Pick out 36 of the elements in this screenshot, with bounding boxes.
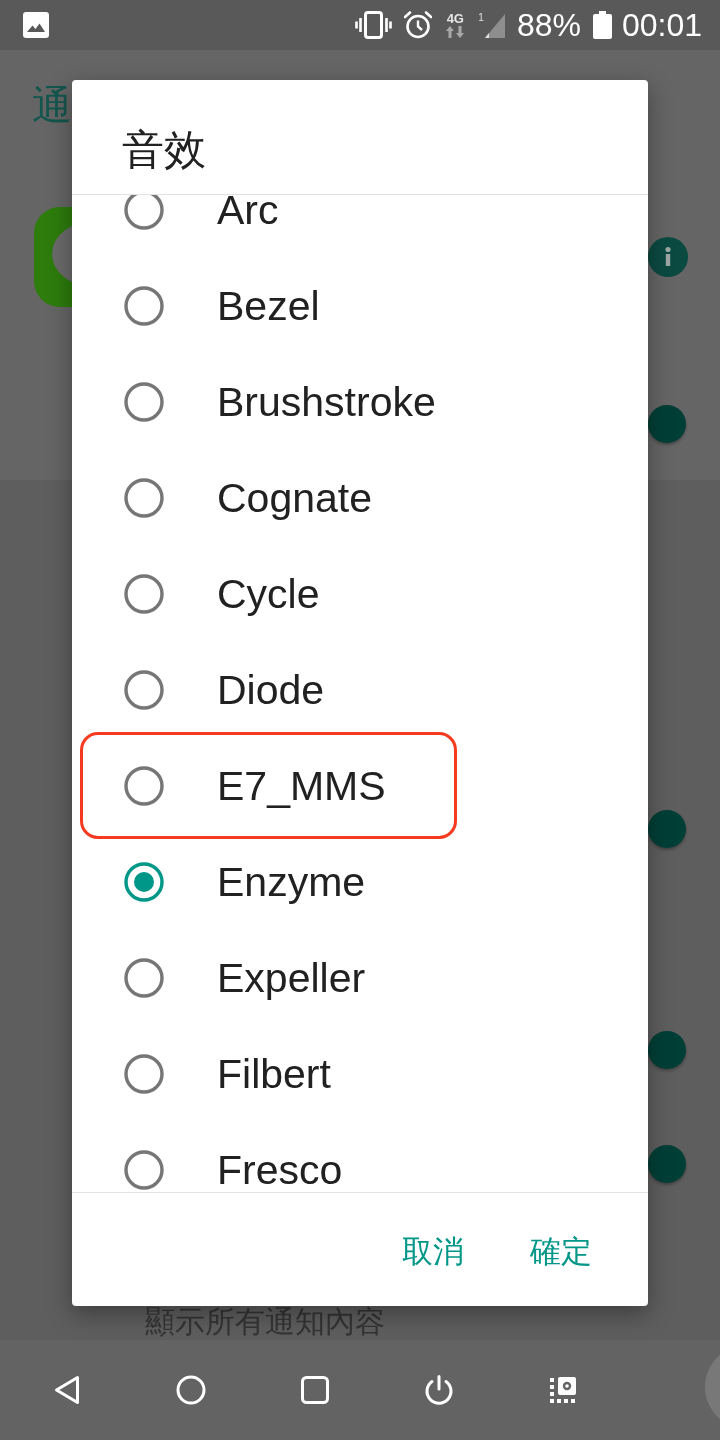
sim-slot-label: 1	[478, 12, 484, 23]
switch-thumb[interactable]	[648, 810, 686, 848]
sound-option[interactable]: Expeller	[72, 930, 648, 1026]
sound-option[interactable]: Cycle	[72, 546, 648, 642]
sound-option[interactable]: Filbert	[72, 1026, 648, 1122]
sound-option[interactable]: Diode	[72, 642, 648, 738]
home-icon[interactable]	[176, 1375, 206, 1405]
recents-icon[interactable]	[301, 1376, 329, 1404]
power-icon[interactable]	[424, 1375, 454, 1405]
sound-option[interactable]: Bezel	[72, 258, 648, 354]
sound-option[interactable]: Cognate	[72, 450, 648, 546]
sound-option[interactable]: Enzyme	[72, 834, 648, 930]
app-icon	[34, 207, 72, 307]
switch-thumb[interactable]	[648, 405, 686, 443]
confirm-button[interactable]: 確定	[514, 1222, 608, 1282]
image-icon	[23, 12, 49, 38]
info-icon[interactable]	[648, 237, 688, 277]
sound-option[interactable]: Brushstroke	[72, 354, 648, 450]
sound-option[interactable]: Fresco	[72, 1122, 648, 1192]
clock: 00:01	[621, 7, 702, 43]
dialog-title: 音效	[122, 125, 206, 175]
back-icon[interactable]	[53, 1374, 81, 1406]
sound-option[interactable]: E7_MMS	[72, 738, 648, 834]
battery-icon	[592, 11, 612, 39]
vibrate-icon	[355, 11, 393, 39]
network-type-label: 4G	[446, 12, 464, 25]
sound-option[interactable]: Arc	[72, 195, 648, 258]
alarm-icon	[404, 11, 433, 39]
switch-thumb[interactable]	[648, 1145, 686, 1183]
page-title: 通	[32, 83, 72, 127]
frame-gear-icon[interactable]	[550, 1377, 576, 1403]
switch-thumb[interactable]	[648, 1031, 686, 1069]
cancel-button[interactable]: 取消	[386, 1222, 480, 1282]
signal-icon	[484, 12, 505, 38]
data-arrows-icon	[444, 26, 467, 38]
battery-percent: 88%	[516, 7, 581, 43]
